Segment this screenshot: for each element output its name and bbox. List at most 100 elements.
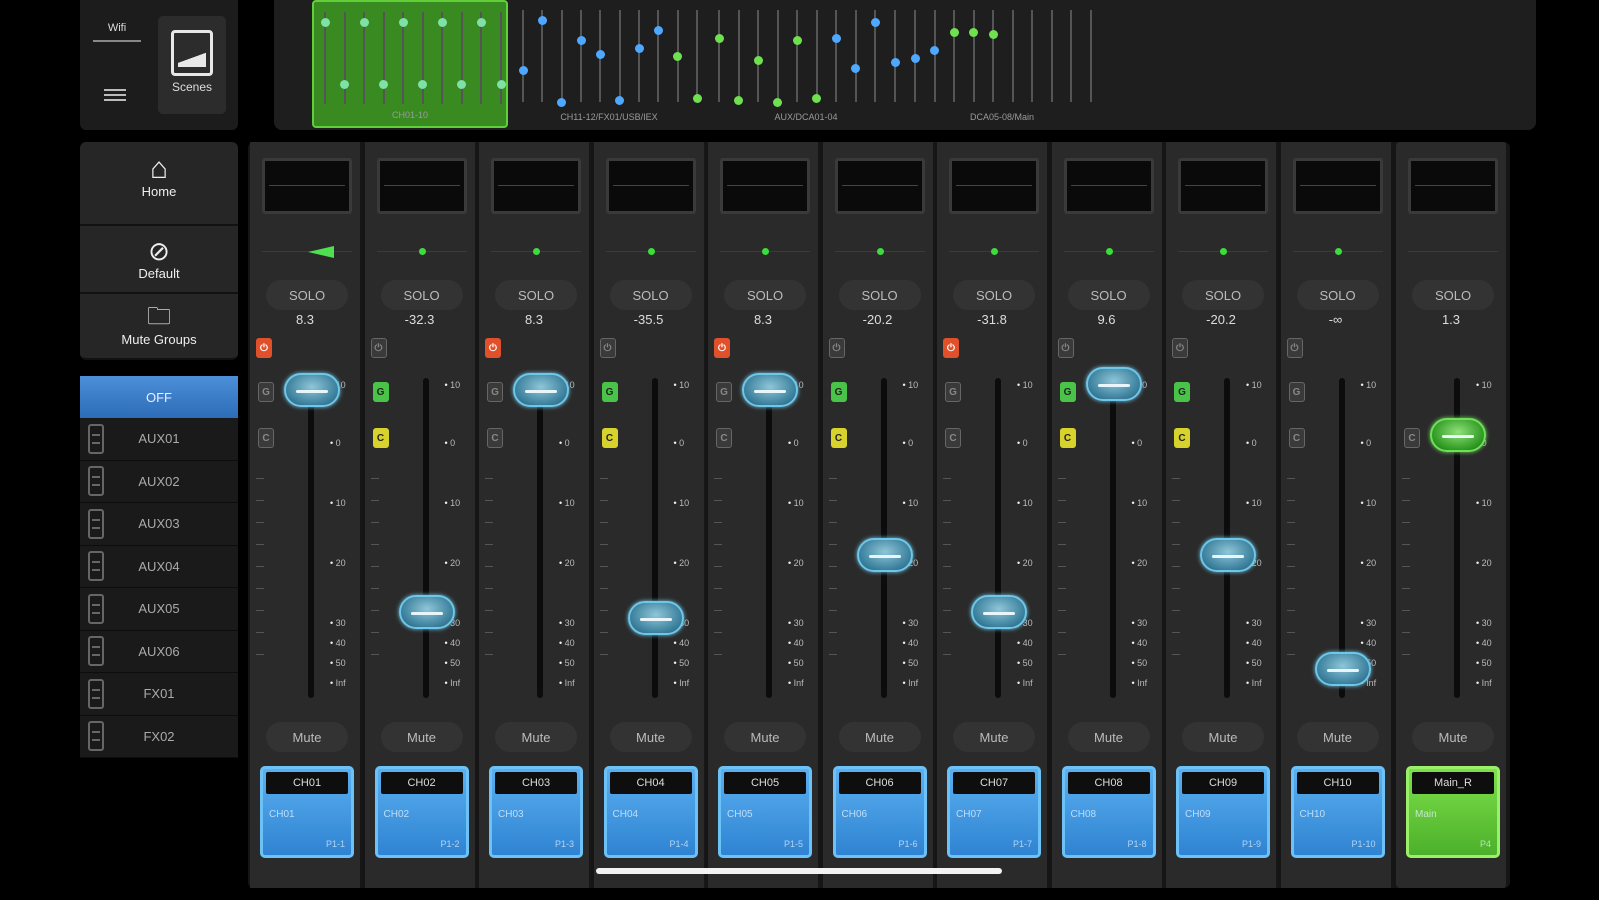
overview-group[interactable]: CH11-12/FX01/USB/IEX <box>512 0 706 128</box>
phantom-power-icon[interactable]: ⏻ <box>1286 338 1303 358</box>
phantom-power-icon[interactable]: ⏻ <box>1172 338 1188 358</box>
pan-control[interactable] <box>605 246 696 258</box>
pan-control[interactable] <box>262 246 352 258</box>
drag-handle-icon[interactable] <box>88 423 104 454</box>
mute-button[interactable]: Mute <box>1067 722 1150 752</box>
phantom-power-icon[interactable]: ⏻ <box>370 338 387 358</box>
mute-button[interactable]: Mute <box>953 722 1035 752</box>
mute-group-item[interactable]: AUX02 <box>80 461 238 503</box>
fader-track[interactable] <box>422 378 429 698</box>
drag-handle-icon[interactable] <box>88 636 104 667</box>
mute-button[interactable]: Mute <box>1412 722 1494 752</box>
drag-handle-icon[interactable] <box>88 466 104 497</box>
drag-handle-icon[interactable] <box>88 593 104 624</box>
drag-handle-icon[interactable] <box>88 721 104 752</box>
solo-button[interactable]: SOLO <box>380 280 463 310</box>
compressor-icon[interactable]: C <box>1404 428 1420 448</box>
compressor-icon[interactable]: C <box>1059 428 1076 448</box>
gate-icon[interactable]: G <box>716 382 732 402</box>
solo-button[interactable]: SOLO <box>1412 280 1494 310</box>
overview-group[interactable]: DCA05-08/Main <box>904 0 1100 128</box>
fader-knob[interactable] <box>513 373 569 407</box>
compressor-icon[interactable]: C <box>945 428 961 448</box>
wifi-indicator[interactable]: Wifi <box>86 16 148 64</box>
pan-control[interactable] <box>720 246 810 258</box>
overview-group[interactable]: AUX/DCA01-04 <box>708 0 904 128</box>
mute-button[interactable]: Mute <box>1296 722 1379 752</box>
gate-icon[interactable]: G <box>830 382 847 402</box>
compressor-icon[interactable]: C <box>830 428 847 448</box>
channel-name-card[interactable]: CH09 CH09 P1-9 <box>1176 766 1270 858</box>
fader-track[interactable] <box>1338 378 1345 698</box>
phantom-power-icon[interactable]: ⏻ <box>943 338 959 358</box>
mute-button[interactable]: Mute <box>1182 722 1264 752</box>
fader-knob[interactable] <box>1430 418 1486 452</box>
compressor-icon[interactable]: C <box>1174 428 1190 448</box>
fader-knob[interactable] <box>1200 538 1256 572</box>
solo-button[interactable]: SOLO <box>495 280 577 310</box>
pan-control[interactable] <box>1063 246 1154 258</box>
solo-button[interactable]: SOLO <box>953 280 1035 310</box>
fader-knob[interactable] <box>398 595 455 629</box>
channel-name-card[interactable]: CH06 CH06 P1-6 <box>832 766 927 858</box>
channel-name-card[interactable]: CH08 CH08 P1-8 <box>1061 766 1156 858</box>
home-button[interactable]: ⌂ Home <box>80 142 238 226</box>
phantom-power-icon[interactable]: ⏻ <box>485 338 501 358</box>
fader-knob[interactable] <box>856 538 913 572</box>
mute-group-item[interactable]: FX01 <box>80 673 238 716</box>
compressor-icon[interactable]: C <box>372 428 389 448</box>
channel-name-card[interactable]: CH03 CH03 P1-3 <box>489 766 583 858</box>
solo-button[interactable]: SOLO <box>724 280 806 310</box>
compressor-icon[interactable]: C <box>258 428 274 448</box>
home-indicator[interactable] <box>596 868 1002 874</box>
overview-group[interactable]: CH01-10 <box>312 0 508 128</box>
pan-control[interactable] <box>834 246 925 258</box>
compressor-icon[interactable]: C <box>487 428 503 448</box>
channel-name-card[interactable]: CH04 CH04 P1-4 <box>603 766 698 858</box>
pan-control[interactable] <box>491 246 581 258</box>
channel-name-card[interactable]: CH01 CH01 P1-1 <box>260 766 354 858</box>
channel-overview-strip[interactable]: CH01-10 CH11-12/FX01/USB/IEX AUX/DCA01-04 D… <box>274 0 1536 130</box>
pan-control[interactable] <box>949 246 1039 258</box>
mute-group-item[interactable]: AUX06 <box>80 631 238 673</box>
gate-icon[interactable]: G <box>1174 382 1190 402</box>
solo-button[interactable]: SOLO <box>266 280 348 310</box>
gate-icon[interactable]: G <box>601 382 618 402</box>
gate-icon[interactable]: G <box>1059 382 1076 402</box>
fader-knob[interactable] <box>627 601 684 635</box>
gate-icon[interactable]: G <box>372 382 389 402</box>
fader-knob[interactable] <box>284 373 340 407</box>
mute-group-item[interactable]: FX02 <box>80 716 238 758</box>
mute-off-button[interactable]: OFF <box>80 376 238 418</box>
channel-name-card[interactable]: CH10 CH10 P1-10 <box>1290 766 1385 858</box>
phantom-power-icon[interactable]: ⏻ <box>714 338 730 358</box>
fader-knob[interactable] <box>742 373 798 407</box>
phantom-power-icon[interactable]: ⏻ <box>256 338 272 358</box>
default-button[interactable]: ⊘ Default <box>80 226 238 294</box>
phantom-power-icon[interactable]: ⏻ <box>599 338 616 358</box>
solo-button[interactable]: SOLO <box>1296 280 1379 310</box>
fader-knob[interactable] <box>971 595 1027 629</box>
gate-icon[interactable]: G <box>1288 382 1305 402</box>
drag-handle-icon[interactable] <box>88 678 104 709</box>
gate-icon[interactable]: G <box>258 382 274 402</box>
fader-track[interactable] <box>995 378 1001 698</box>
fader-knob[interactable] <box>1314 652 1371 686</box>
mute-group-item[interactable]: AUX05 <box>80 588 238 631</box>
pan-control[interactable] <box>376 246 467 258</box>
mute-group-item[interactable]: AUX04 <box>80 546 238 588</box>
mute-button[interactable]: Mute <box>380 722 463 752</box>
channel-name-card[interactable]: Main_R Main P4 <box>1406 766 1500 858</box>
channel-name-card[interactable]: CH05 CH05 P1-5 <box>718 766 812 858</box>
solo-button[interactable]: SOLO <box>1067 280 1150 310</box>
mute-button[interactable]: Mute <box>495 722 577 752</box>
pan-control[interactable] <box>1292 246 1383 258</box>
pan-control[interactable] <box>1408 246 1498 258</box>
scenes-button[interactable]: Scenes <box>158 16 226 114</box>
channel-name-card[interactable]: CH07 CH07 P1-7 <box>947 766 1041 858</box>
compressor-icon[interactable]: C <box>601 428 618 448</box>
mute-button[interactable]: Mute <box>724 722 806 752</box>
phantom-power-icon[interactable]: ⏻ <box>828 338 845 358</box>
phantom-power-icon[interactable]: ⏻ <box>1057 338 1074 358</box>
drag-handle-icon[interactable] <box>88 551 104 582</box>
